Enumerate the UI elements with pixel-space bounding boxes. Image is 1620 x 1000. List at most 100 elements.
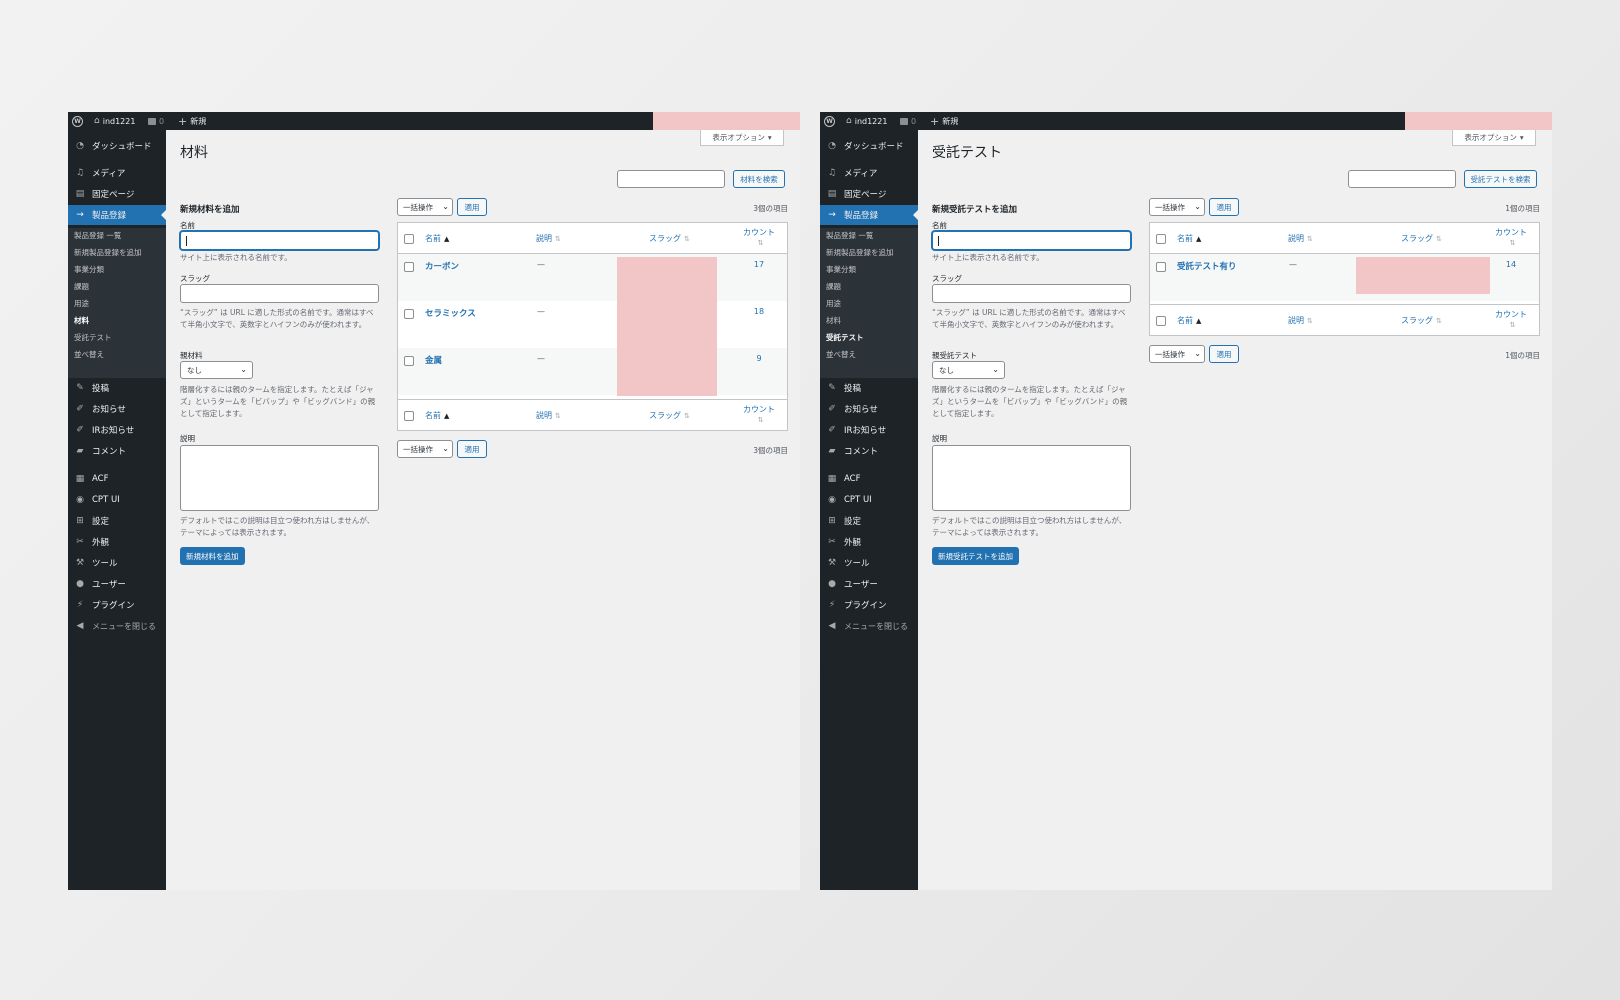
menu-ir-news[interactable]: ✐ IRお知らせ [68, 420, 166, 440]
menu-products[interactable]: → 製品登録 [820, 205, 918, 225]
slug-field[interactable] [180, 284, 379, 303]
add-term-button[interactable]: 新規材料を追加 [180, 547, 245, 565]
apply-button[interactable]: 適用 [1209, 345, 1239, 363]
parent-select[interactable]: なし ⌄ [180, 361, 253, 379]
wordpress-logo-icon[interactable]: W [824, 112, 835, 130]
bulk-actions-select[interactable]: 一括操作 ⌄ [1149, 345, 1205, 363]
description-field[interactable] [932, 445, 1131, 511]
new-content-link[interactable]: + 新規 [178, 112, 206, 130]
menu-users[interactable]: ● ユーザー [68, 574, 166, 594]
menu-acf[interactable]: ▦ ACF [68, 469, 166, 489]
column-slug[interactable]: スラッグ ⇅ [1401, 315, 1442, 326]
bulk-actions-select[interactable]: 一括操作 ⌄ [397, 198, 453, 216]
term-count-link[interactable]: 9 [741, 354, 777, 363]
term-name-link[interactable]: カーボン [425, 260, 459, 272]
menu-comments[interactable]: ▰ コメント [68, 441, 166, 461]
menu-pages[interactable]: ▤ 固定ページ [820, 184, 918, 204]
bulk-actions-select[interactable]: 一括操作 ⌄ [397, 440, 453, 458]
column-name[interactable]: 名前 ▲ [425, 410, 449, 421]
menu-ir-news[interactable]: ✐ IRお知らせ [820, 420, 918, 440]
menu-tools[interactable]: ⚒ ツール [68, 553, 166, 573]
submenu-uses[interactable]: 用途 [74, 298, 89, 309]
row-checkbox[interactable] [1156, 262, 1166, 272]
submenu-add-product[interactable]: 新規製品登録を追加 [74, 247, 142, 258]
term-name-link[interactable]: セラミックス [425, 307, 476, 319]
apply-button[interactable]: 適用 [1209, 198, 1239, 216]
term-name-link[interactable]: 金属 [425, 354, 442, 366]
menu-acf[interactable]: ▦ ACF [820, 469, 918, 489]
menu-plugins[interactable]: ⚡ プラグイン [68, 595, 166, 615]
menu-news[interactable]: ✐ お知らせ [68, 399, 166, 419]
parent-select[interactable]: なし ⌄ [932, 361, 1005, 379]
column-slug[interactable]: スラッグ ⇅ [1401, 233, 1442, 244]
column-name[interactable]: 名前 ▲ [425, 233, 449, 244]
search-button[interactable]: 受託テストを検索 [1464, 170, 1537, 188]
menu-products[interactable]: → 製品登録 [68, 205, 166, 225]
column-description[interactable]: 説明 ⇅ [1288, 315, 1313, 326]
site-name-link[interactable]: ⌂ ind1221 [94, 112, 135, 130]
screen-options-button[interactable]: 表示オプション ▾ [1452, 130, 1536, 146]
menu-pages[interactable]: ▤ 固定ページ [68, 184, 166, 204]
submenu-uses[interactable]: 用途 [826, 298, 841, 309]
search-input[interactable] [1348, 170, 1456, 188]
select-all-checkbox[interactable] [404, 234, 414, 244]
column-description[interactable]: 説明 ⇅ [1288, 233, 1313, 244]
name-field[interactable] [180, 231, 379, 250]
menu-tools[interactable]: ⚒ ツール [820, 553, 918, 573]
menu-settings[interactable]: ⊞ 設定 [68, 511, 166, 531]
menu-appearance[interactable]: ✂ 外観 [820, 532, 918, 552]
column-description[interactable]: 説明 ⇅ [536, 233, 561, 244]
wordpress-logo-icon[interactable]: W [72, 112, 83, 130]
slug-field[interactable] [932, 284, 1131, 303]
submenu-reorder[interactable]: 並べ替え [826, 349, 856, 360]
column-slug[interactable]: スラッグ ⇅ [649, 410, 690, 421]
menu-dashboard[interactable]: ◔ ダッシュボード [68, 136, 166, 156]
menu-settings[interactable]: ⊞ 設定 [820, 511, 918, 531]
screen-options-button[interactable]: 表示オプション ▾ [700, 130, 784, 146]
select-all-checkbox[interactable] [404, 411, 414, 421]
submenu-product-list[interactable]: 製品登録 一覧 [826, 230, 873, 241]
submenu-business-category[interactable]: 事業分類 [74, 264, 104, 275]
submenu-contract-test[interactable]: 受託テスト [826, 332, 864, 343]
add-term-button[interactable]: 新規受託テストを追加 [932, 547, 1019, 565]
menu-posts[interactable]: ✎ 投稿 [68, 378, 166, 398]
apply-button[interactable]: 適用 [457, 440, 487, 458]
menu-dashboard[interactable]: ◔ ダッシュボード [820, 136, 918, 156]
menu-news[interactable]: ✐ お知らせ [820, 399, 918, 419]
name-field[interactable] [932, 231, 1131, 250]
column-count[interactable]: カウント ⇅ [1493, 310, 1529, 330]
site-name-link[interactable]: ⌂ ind1221 [846, 112, 887, 130]
submenu-issues[interactable]: 課題 [74, 281, 89, 292]
menu-posts[interactable]: ✎ 投稿 [820, 378, 918, 398]
menu-media[interactable]: ♫ メディア [68, 163, 166, 183]
term-count-link[interactable]: 14 [1493, 260, 1529, 269]
submenu-product-list[interactable]: 製品登録 一覧 [74, 230, 121, 241]
submenu-add-product[interactable]: 新規製品登録を追加 [826, 247, 894, 258]
menu-cpt-ui[interactable]: ◉ CPT UI [68, 490, 166, 510]
menu-appearance[interactable]: ✂ 外観 [68, 532, 166, 552]
row-checkbox[interactable] [404, 309, 414, 319]
submenu-issues[interactable]: 課題 [826, 281, 841, 292]
apply-button[interactable]: 適用 [457, 198, 487, 216]
menu-users[interactable]: ● ユーザー [820, 574, 918, 594]
column-count[interactable]: カウント ⇅ [1493, 228, 1529, 248]
term-count-link[interactable]: 17 [741, 260, 777, 269]
column-count[interactable]: カウント ⇅ [741, 405, 777, 425]
column-name[interactable]: 名前 ▲ [1177, 315, 1201, 326]
column-name[interactable]: 名前 ▲ [1177, 233, 1201, 244]
submenu-reorder[interactable]: 並べ替え [74, 349, 104, 360]
comments-link[interactable]: 0 [148, 112, 164, 130]
comments-link[interactable]: 0 [900, 112, 916, 130]
menu-plugins[interactable]: ⚡ プラグイン [820, 595, 918, 615]
new-content-link[interactable]: + 新規 [930, 112, 958, 130]
search-button[interactable]: 材料を検索 [733, 170, 785, 188]
menu-comments[interactable]: ▰ コメント [820, 441, 918, 461]
row-checkbox[interactable] [404, 356, 414, 366]
collapse-menu-button[interactable]: ◀ メニューを閉じる [68, 616, 166, 636]
term-count-link[interactable]: 18 [741, 307, 777, 316]
select-all-checkbox[interactable] [1156, 316, 1166, 326]
collapse-menu-button[interactable]: ◀ メニューを閉じる [820, 616, 918, 636]
submenu-materials[interactable]: 材料 [74, 315, 89, 326]
select-all-checkbox[interactable] [1156, 234, 1166, 244]
submenu-contract-test[interactable]: 受託テスト [74, 332, 112, 343]
